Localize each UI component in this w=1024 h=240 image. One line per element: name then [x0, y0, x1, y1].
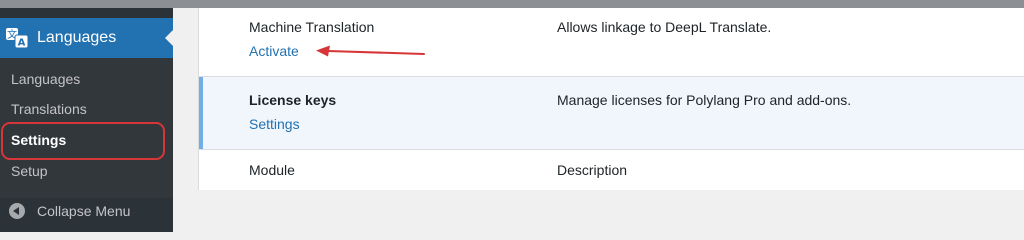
sidebar-item-translations[interactable]: Translations [11, 100, 87, 118]
sidebar-menu-title: Languages [37, 29, 117, 46]
module-title: License keys [249, 92, 337, 108]
module-description: Allows linkage to DeepL Translate. [557, 19, 772, 35]
sidebar-menu-languages[interactable]: 文 A Languages [0, 18, 173, 58]
table-row-license-keys: License keys Settings Manage licenses fo… [199, 77, 1024, 150]
current-menu-notch [165, 30, 173, 46]
admin-top-bar [0, 0, 1024, 8]
module-description: Manage licenses for Polylang Pro and add… [557, 92, 852, 108]
activate-link[interactable]: Activate [249, 42, 299, 60]
admin-sidebar: 文 A Languages Languages Translations Set… [0, 8, 173, 232]
column-header-module[interactable]: Module [249, 161, 295, 179]
collapse-arrow-icon [9, 203, 25, 219]
collapse-menu-label: Collapse Menu [37, 203, 131, 219]
collapse-menu-button[interactable]: Collapse Menu [0, 196, 173, 224]
settings-highlight-annotation [1, 122, 165, 160]
red-arrow-annotation [316, 45, 425, 57]
sidebar-item-languages[interactable]: Languages [11, 70, 80, 88]
translate-icon: 文 A [6, 28, 28, 48]
modules-table: Machine Translation Activate Allows link… [198, 8, 1024, 190]
module-title: Machine Translation [249, 19, 375, 35]
svg-text:A: A [18, 38, 26, 49]
table-row-machine-translation: Machine Translation Activate Allows link… [199, 8, 1024, 77]
sidebar-item-setup[interactable]: Setup [11, 162, 48, 180]
active-row-accent [199, 77, 203, 149]
table-footer-row: Module Description [199, 150, 1024, 190]
settings-link[interactable]: Settings [249, 115, 300, 133]
column-header-description[interactable]: Description [557, 161, 627, 179]
